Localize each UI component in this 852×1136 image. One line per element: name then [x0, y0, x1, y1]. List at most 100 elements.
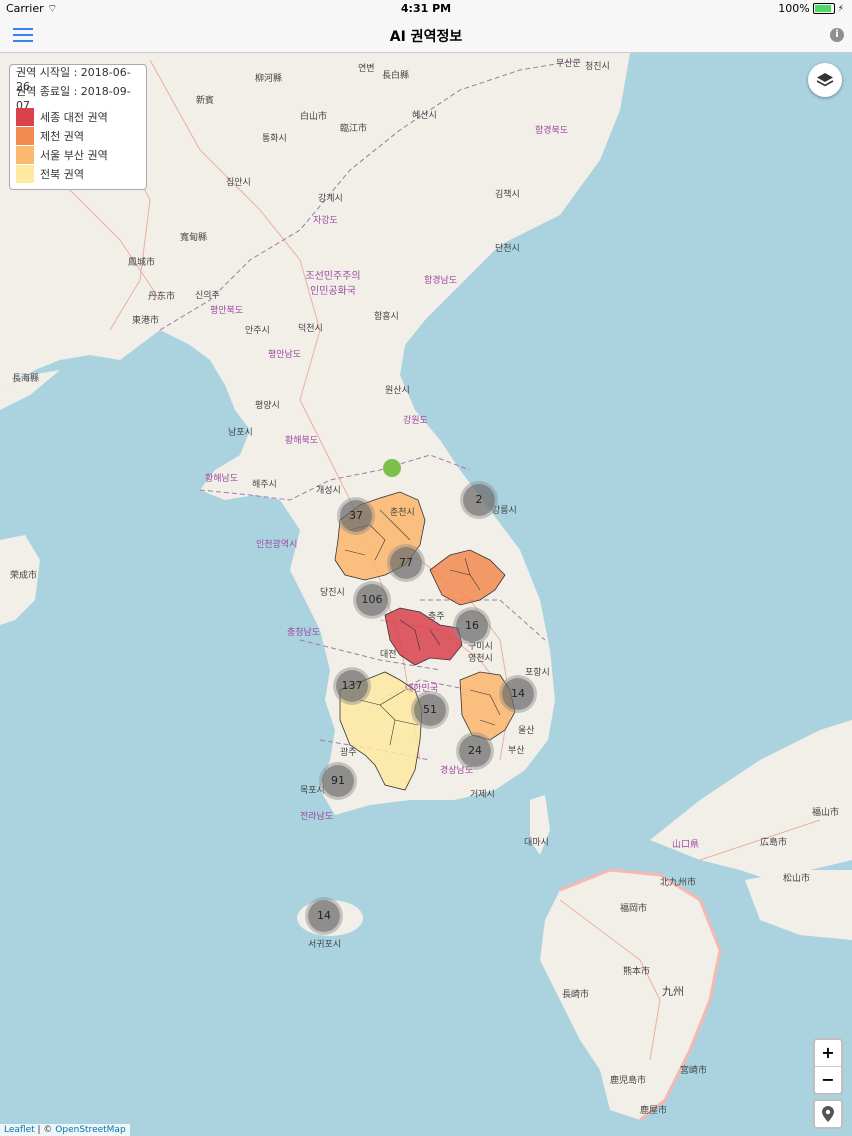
map-label: 충청남도: [287, 628, 321, 638]
map-label: 전라남도: [300, 812, 334, 822]
map-label: 단천시: [495, 244, 520, 254]
map-label: 인천광역시: [256, 540, 298, 550]
cluster-marker[interactable]: 14: [502, 678, 534, 710]
map-label: 九州: [662, 985, 684, 998]
legend-item: 서울 부산 권역: [16, 145, 140, 164]
map-label: 황해남도: [205, 474, 239, 484]
map-label: 평안남도: [268, 350, 302, 360]
map-label: 부산: [508, 746, 525, 756]
legend-swatch: [16, 164, 34, 183]
map-label: 鳳城市: [128, 258, 156, 268]
location-pin-icon: [822, 1106, 834, 1122]
map-label: 연변: [358, 64, 375, 74]
page-title: AI 권역정보: [389, 29, 463, 45]
map-label: 鹿屋市: [640, 1106, 668, 1116]
legend-end-date: 권역 종료일 : 2018-09-07: [16, 85, 131, 112]
map-label: 목포시: [300, 786, 325, 796]
locate-button[interactable]: [813, 1099, 843, 1129]
cluster-marker[interactable]: 51: [414, 694, 446, 726]
map-label: 대한민국: [405, 684, 439, 694]
map-label: 혜산시: [412, 111, 437, 121]
map-label: 山口県: [672, 840, 700, 850]
map-label: 강원도: [403, 416, 428, 426]
map-label: 충주: [428, 612, 445, 622]
map-label: 영천시: [468, 654, 493, 664]
cluster-marker[interactable]: 37: [340, 500, 372, 532]
cluster-marker[interactable]: 2: [463, 484, 495, 516]
map-label: 荣成市: [10, 571, 38, 581]
map-base: [0, 53, 852, 1136]
zoom-out-button[interactable]: −: [815, 1067, 841, 1093]
cluster-marker[interactable]: 137: [336, 670, 368, 702]
map-view[interactable]: 연변 柳河縣 통화시 白山市 臨江市 집안시 강계시 자강도 조선민주주의인민공…: [0, 53, 852, 1136]
outbreak-marker[interactable]: [383, 459, 401, 477]
leaflet-link[interactable]: Leaflet: [4, 1125, 35, 1135]
map-label: 広島市: [760, 838, 788, 848]
zoom-control: + −: [813, 1038, 843, 1095]
map-label: 宮崎市: [680, 1066, 708, 1076]
battery-icon: [812, 3, 835, 14]
map-label: 신의주: [195, 291, 220, 301]
status-bar: Carrier ⌔ 4:31 PM 100% ⚡: [0, 0, 852, 18]
osm-link[interactable]: OpenStreetMap: [55, 1125, 125, 1135]
map-label: 춘천시: [390, 508, 415, 518]
map-label: 광주: [340, 748, 357, 758]
nav-bar: AI 권역정보 i: [0, 18, 852, 53]
info-icon[interactable]: i: [830, 28, 844, 42]
map-label: 長崎市: [562, 990, 590, 1000]
layers-button[interactable]: [808, 63, 842, 97]
map-label: 무산군: [556, 59, 581, 69]
map-label: 해주시: [252, 480, 277, 490]
map-label: 김책시: [495, 190, 520, 200]
map-label: 柳河縣: [255, 74, 283, 84]
map-attribution: Leaflet | © OpenStreetMap: [0, 1124, 130, 1136]
cluster-marker[interactable]: 91: [322, 765, 354, 797]
map-label: 대전: [380, 650, 397, 660]
map-label: 안주시: [245, 326, 270, 336]
map-label: 청진시: [585, 62, 610, 72]
cluster-marker[interactable]: 24: [459, 735, 491, 767]
map-label: 長白縣: [382, 71, 410, 81]
legend-label: 전북 권역: [40, 167, 84, 181]
map-label: 寬甸縣: [180, 233, 208, 243]
map-label: 울산: [518, 726, 535, 736]
map-label: 松山市: [783, 874, 811, 884]
map-label: 함경북도: [535, 126, 569, 136]
map-label: 포항시: [525, 668, 550, 678]
cluster-marker[interactable]: 14: [308, 900, 340, 932]
map-label: 丹东市: [148, 292, 176, 302]
map-label: 東港市: [132, 316, 160, 326]
map-label: 황해북도: [285, 436, 319, 446]
legend-item: 전북 권역: [16, 164, 140, 183]
cluster-marker[interactable]: 77: [390, 547, 422, 579]
attribution-separator: | ©: [34, 1125, 56, 1135]
map-label: 福岡市: [620, 904, 648, 914]
map-label: 통화시: [262, 134, 287, 144]
map-label: 대마시: [524, 838, 549, 848]
cluster-marker[interactable]: 106: [356, 584, 388, 616]
legend-swatch: [16, 126, 34, 145]
legend-item: 제천 권역: [16, 126, 140, 145]
cluster-marker[interactable]: 16: [456, 610, 488, 642]
map-label: 白山市: [300, 112, 328, 122]
legend-label: 세종 대전 권역: [40, 110, 108, 124]
zoom-in-button[interactable]: +: [815, 1040, 841, 1067]
map-label: 평안북도: [210, 306, 244, 316]
map-label: 臨江市: [340, 124, 368, 134]
layers-icon: [816, 73, 834, 87]
legend-swatch: [16, 145, 34, 164]
battery-status: 100% ⚡: [778, 2, 844, 15]
map-label: 長海縣: [12, 374, 40, 384]
map-label: 당진시: [320, 588, 345, 598]
map-label: 강릉시: [492, 506, 517, 516]
map-label: 함흥시: [374, 312, 399, 322]
map-label: 강계시: [318, 194, 343, 204]
map-label: 熊本市: [623, 967, 651, 977]
map-label: 福山市: [812, 808, 840, 818]
map-label: 개성시: [316, 486, 341, 496]
map-legend: 권역 시작일 : 2018-06-26 권역 종료일 : 2018-09-07 …: [9, 64, 147, 190]
map-label: 남포시: [228, 428, 253, 438]
map-label: 鹿児島市: [610, 1076, 647, 1086]
map-label: 서귀포시: [308, 940, 342, 950]
legend-label: 제천 권역: [40, 129, 84, 143]
